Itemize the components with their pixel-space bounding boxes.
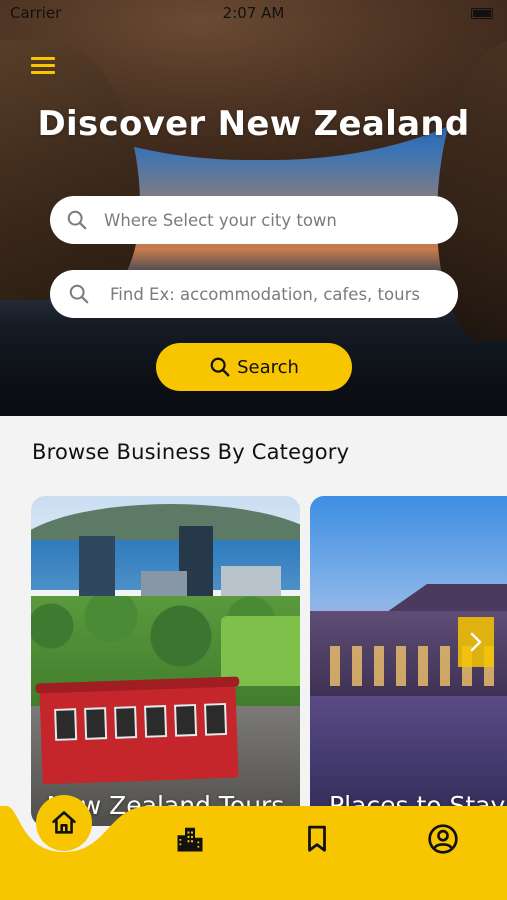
- bottom-navigation: [0, 795, 507, 900]
- status-time: 2:07 AM: [222, 4, 285, 22]
- section-title: Browse Business By Category: [32, 440, 350, 464]
- hero-title: Discover New Zealand: [37, 104, 470, 144]
- city-icon: [177, 827, 203, 852]
- search-button-label: Search: [237, 356, 299, 378]
- status-bar: Carrier 2:07 AM: [0, 4, 507, 24]
- city-search-placeholder: Where Select your city town: [104, 210, 337, 230]
- nav-profile-button[interactable]: [426, 822, 460, 856]
- find-search-input[interactable]: Find Ex: accommodation, cafes, tours: [50, 270, 458, 318]
- menu-button[interactable]: [31, 57, 55, 77]
- cable-car-window: [174, 703, 198, 737]
- cable-car-window: [54, 708, 78, 741]
- category-card-tours[interactable]: New Zealand Tours: [31, 496, 300, 826]
- cable-car-window: [84, 707, 108, 740]
- cable-car-window: [114, 706, 138, 739]
- find-search-placeholder: Find Ex: accommodation, cafes, tours: [110, 284, 420, 304]
- cable-car-window: [144, 705, 168, 738]
- bookmark-icon: [308, 825, 326, 852]
- search-icon: [69, 284, 89, 304]
- nav-city-button[interactable]: [173, 822, 207, 856]
- menu-bar-middle: [31, 64, 55, 67]
- cable-car-window: [204, 702, 228, 736]
- profile-icon: [428, 824, 458, 854]
- menu-bar-bottom: [31, 71, 55, 74]
- search-button[interactable]: Search: [156, 343, 352, 391]
- battery-icon: [471, 8, 493, 19]
- carousel-next-button[interactable]: [458, 617, 494, 667]
- nav-bookmark-button[interactable]: [300, 822, 334, 856]
- menu-bar-top: [31, 57, 55, 60]
- city-search-input[interactable]: Where Select your city town: [50, 196, 458, 244]
- search-icon: [67, 210, 87, 230]
- chevron-right-icon: [470, 632, 482, 652]
- search-icon: [210, 357, 230, 377]
- card-image-cable-car: [35, 676, 240, 785]
- card-image-lawn: [221, 616, 300, 686]
- home-icon: [52, 811, 76, 834]
- nav-home-button[interactable]: [36, 795, 92, 851]
